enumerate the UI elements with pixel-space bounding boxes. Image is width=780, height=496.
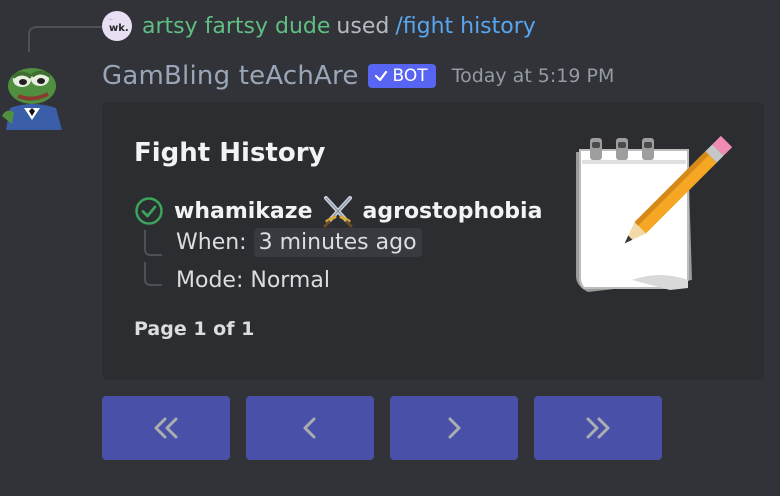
- crossed-swords-icon: [323, 196, 352, 228]
- tree-branch: [144, 230, 162, 256]
- when-label: When:: [176, 230, 247, 255]
- last-page-button[interactable]: [534, 396, 662, 460]
- mode-label: Mode:: [176, 268, 244, 293]
- chevron-left-icon: [303, 417, 316, 439]
- reply-used-text: used: [336, 13, 390, 39]
- embed-title: Fight History: [134, 138, 326, 168]
- message-header: GamBling teAchAre BOT Today at 5:19 PM: [102, 56, 614, 96]
- reply-avatar-text: wk.: [109, 23, 129, 34]
- double-chevron-left-icon: [154, 417, 178, 439]
- fight-entry: whamikaze agrostophobia: [134, 194, 542, 228]
- bot-avatar[interactable]: [0, 56, 64, 136]
- fight-history-embed: Fight History whamikaze agrostophobia Wh…: [102, 102, 764, 380]
- reply-avatar[interactable]: .. wk.: [102, 11, 132, 41]
- embed-footer: Page 1 of 1: [134, 318, 255, 340]
- tree-branch: [144, 262, 162, 286]
- frog-avatar-icon: [2, 60, 62, 130]
- double-chevron-right-icon: [586, 417, 610, 439]
- when-value: 3 minutes ago: [253, 228, 422, 257]
- fighter-two: agrostophobia: [362, 198, 543, 224]
- next-page-button[interactable]: [390, 396, 518, 460]
- when-row: When: 3 minutes ago: [176, 228, 422, 257]
- checkmark-icon: [374, 70, 387, 82]
- previous-page-button[interactable]: [246, 396, 374, 460]
- reply-username[interactable]: artsy fartsy dude: [142, 14, 330, 39]
- bot-badge-label: BOT: [392, 66, 428, 86]
- chevron-right-icon: [448, 417, 461, 439]
- first-page-button[interactable]: [102, 396, 230, 460]
- message-timestamp[interactable]: Today at 5:19 PM: [452, 65, 615, 87]
- success-check-icon: [135, 197, 163, 225]
- notepad-pencil-icon[interactable]: [570, 130, 736, 296]
- bot-username[interactable]: GamBling teAchAre: [102, 61, 359, 91]
- reply-connector: [28, 26, 102, 52]
- bot-badge: BOT: [367, 64, 436, 88]
- mode-row: Mode: Normal: [176, 268, 330, 293]
- reply-command[interactable]: /fight history: [395, 14, 535, 39]
- reply-header: .. wk. artsy fartsy dude used /fight his…: [102, 9, 536, 43]
- mode-value: Normal: [250, 268, 330, 293]
- fighter-one: whamikaze: [174, 198, 313, 224]
